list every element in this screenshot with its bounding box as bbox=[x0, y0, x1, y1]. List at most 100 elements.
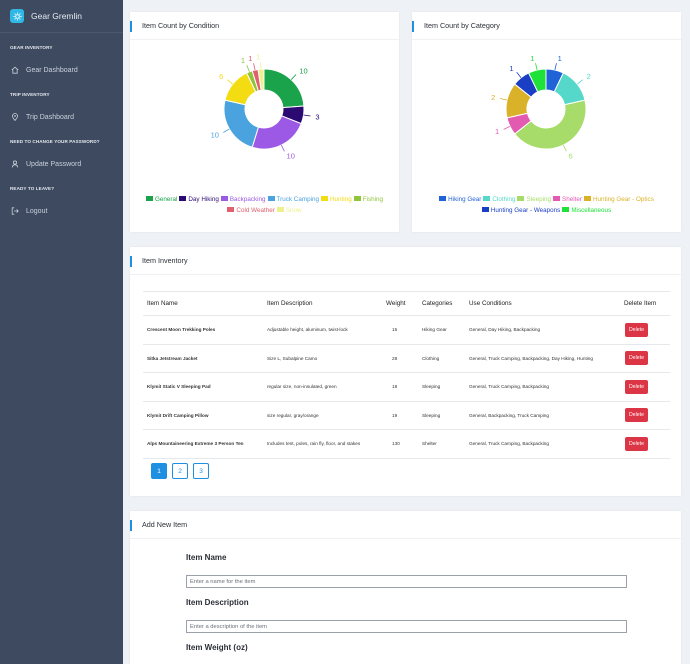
category-chart-legend: Hiking Gear Clothing Sleeping Shelter Huntin… bbox=[412, 194, 681, 216]
sidebar-item-label: Trip Dashboard bbox=[26, 113, 74, 121]
item-name: Sitka Jetstream Jacket bbox=[143, 344, 263, 373]
item-category: Sleeping bbox=[418, 401, 465, 430]
legend-swatch bbox=[481, 207, 489, 212]
category-legend-item[interactable]: Shelter bbox=[553, 194, 582, 205]
delete-button[interactable]: Delete bbox=[625, 351, 648, 366]
category-legend-item[interactable]: Hiking Gear bbox=[439, 194, 481, 205]
column-header: Use Conditions bbox=[465, 291, 620, 316]
category-value-label: 1 bbox=[558, 54, 562, 63]
condition-legend-item[interactable]: General bbox=[145, 194, 178, 205]
legend-swatch bbox=[145, 196, 153, 201]
item-weight-label: Item Weight (oz) bbox=[186, 643, 248, 652]
item-conditions: General, Truck Camping, Backpacking, Day… bbox=[465, 344, 620, 373]
category-legend-item[interactable]: Miscellaneous bbox=[562, 205, 611, 216]
condition-chart-header: Item Count by Condition bbox=[130, 12, 399, 40]
item-description: Adjustable height, aluminum, twist-lock bbox=[263, 315, 382, 345]
item-category: Hiking Gear bbox=[418, 315, 465, 345]
user-icon bbox=[10, 159, 20, 169]
sidebar-item-label: Gear Dashboard bbox=[26, 66, 78, 74]
sidebar-item-logout[interactable]: Logout bbox=[0, 203, 123, 219]
legend-label: Hunting Gear - Weapons bbox=[490, 207, 561, 214]
item-conditions: General, Truck Camping, Backpacking bbox=[465, 429, 620, 459]
legend-swatch bbox=[553, 196, 560, 201]
section-ready-to-leave: READY TO LEAVE? bbox=[10, 186, 55, 191]
table-row: Klymit Drift Camping Pillow size regular… bbox=[143, 401, 670, 430]
item-description-input[interactable]: Enter a description of the item bbox=[186, 620, 627, 633]
column-header: Weight bbox=[382, 291, 418, 316]
condition-chart-legend: General Day Hiking Backpacking Truck Campin… bbox=[130, 194, 399, 216]
condition-value-label: 10 bbox=[299, 66, 307, 75]
condition-slice-general[interactable] bbox=[263, 68, 305, 109]
condition-value-label: 1 bbox=[241, 56, 245, 65]
page-button-3[interactable]: 3 bbox=[193, 463, 209, 479]
condition-leader-line bbox=[303, 114, 311, 117]
condition-slice-truck-camping[interactable] bbox=[223, 99, 260, 148]
item-conditions: General, Day Hiking, Backpacking bbox=[465, 315, 620, 345]
legend-label: General bbox=[154, 196, 178, 203]
legend-swatch bbox=[227, 207, 235, 212]
category-leader-line bbox=[516, 72, 522, 78]
item-name-input[interactable]: Enter a name for the item bbox=[186, 575, 627, 588]
category-value-label: 1 bbox=[495, 127, 499, 136]
legend-swatch bbox=[439, 196, 447, 201]
condition-value-label: 6 bbox=[219, 72, 223, 81]
delete-button[interactable]: Delete bbox=[625, 436, 648, 451]
brand[interactable]: Gear Gremlin bbox=[0, 0, 123, 33]
delete-button[interactable]: Delete bbox=[625, 322, 648, 337]
condition-leader-line bbox=[290, 74, 297, 80]
sidebar-item-label: Update Password bbox=[26, 160, 82, 168]
condition-legend-item[interactable]: Snow bbox=[276, 205, 302, 216]
section-gear-inventory: GEAR INVENTORY bbox=[10, 45, 53, 50]
item-name: Crescent Moon Trekking Poles bbox=[143, 315, 263, 345]
condition-value-label: 3 bbox=[315, 112, 319, 121]
condition-legend-item[interactable]: Cold Weather bbox=[227, 205, 275, 216]
delete-button[interactable]: Delete bbox=[625, 408, 648, 423]
condition-legend-item[interactable]: Truck Camping bbox=[267, 194, 319, 205]
add-item-card: Add New Item Item Name Enter a name for … bbox=[130, 511, 681, 664]
condition-legend-item[interactable]: Fishing bbox=[353, 194, 383, 205]
item-description: Size L, Subalpine Camo bbox=[263, 344, 382, 373]
delete-button[interactable]: Delete bbox=[625, 379, 648, 394]
category-legend-item[interactable]: Hunting Gear - Weapons bbox=[481, 205, 561, 216]
item-conditions: General, Truck Camping, Backpacking bbox=[465, 372, 620, 402]
condition-legend-item[interactable]: Day Hiking bbox=[179, 194, 219, 205]
condition-leader-line bbox=[246, 65, 250, 72]
column-header: Categories bbox=[418, 291, 465, 316]
gear-logo-icon bbox=[10, 9, 24, 23]
category-leader-line bbox=[535, 63, 538, 71]
legend-swatch bbox=[276, 207, 284, 212]
item-name: Klymit Drift Camping Pillow bbox=[143, 401, 263, 430]
condition-chart-card: Item Count by Condition 10 3 10 10 6 1 1 1 Gene… bbox=[130, 12, 399, 232]
inventory-title: Item Inventory bbox=[142, 256, 188, 265]
condition-legend-item[interactable]: Backpacking bbox=[220, 194, 266, 205]
table-row: Crescent Moon Trekking Poles Adjustable … bbox=[143, 315, 670, 345]
sidebar-item-update-password[interactable]: Update Password bbox=[0, 156, 123, 172]
category-legend-item[interactable]: Sleeping bbox=[517, 194, 551, 205]
legend-swatch bbox=[179, 196, 187, 201]
category-leader-line bbox=[577, 79, 583, 85]
map-pin-icon bbox=[10, 112, 20, 122]
table-row: Sitka Jetstream Jacket Size L, Subalpine… bbox=[143, 344, 670, 373]
category-legend-item[interactable]: Hunting Gear - Optics bbox=[583, 194, 654, 205]
table-row: Klymit Static V Sleeping Pad regular siz… bbox=[143, 372, 670, 402]
legend-label: Hiking Gear bbox=[448, 196, 482, 203]
sidebar-item-gear-dashboard[interactable]: Gear Dashboard bbox=[0, 62, 123, 78]
legend-label: Miscellaneous bbox=[571, 207, 612, 214]
category-value-label: 2 bbox=[491, 93, 495, 102]
item-name-label: Item Name bbox=[186, 553, 227, 562]
legend-swatch bbox=[583, 196, 591, 201]
page-button-1[interactable]: 1 bbox=[151, 463, 167, 479]
condition-slice-backpacking[interactable] bbox=[251, 115, 302, 150]
legend-swatch bbox=[267, 196, 275, 201]
item-description-label: Item Description bbox=[186, 598, 249, 607]
page-button-2[interactable]: 2 bbox=[172, 463, 188, 479]
sidebar-item-trip-dashboard[interactable]: Trip Dashboard bbox=[0, 109, 123, 125]
legend-label: Cold Weather bbox=[236, 207, 275, 214]
legend-label: Clothing bbox=[492, 196, 516, 203]
table-header-row: Item Name Item Description Weight Catego… bbox=[143, 291, 670, 316]
item-weight: 18 bbox=[382, 372, 418, 402]
condition-legend-item[interactable]: Hunting bbox=[321, 194, 352, 205]
category-legend-item[interactable]: Clothing bbox=[483, 194, 515, 205]
sidebar-item-label: Logout bbox=[26, 207, 48, 215]
category-value-label: 2 bbox=[587, 72, 591, 81]
